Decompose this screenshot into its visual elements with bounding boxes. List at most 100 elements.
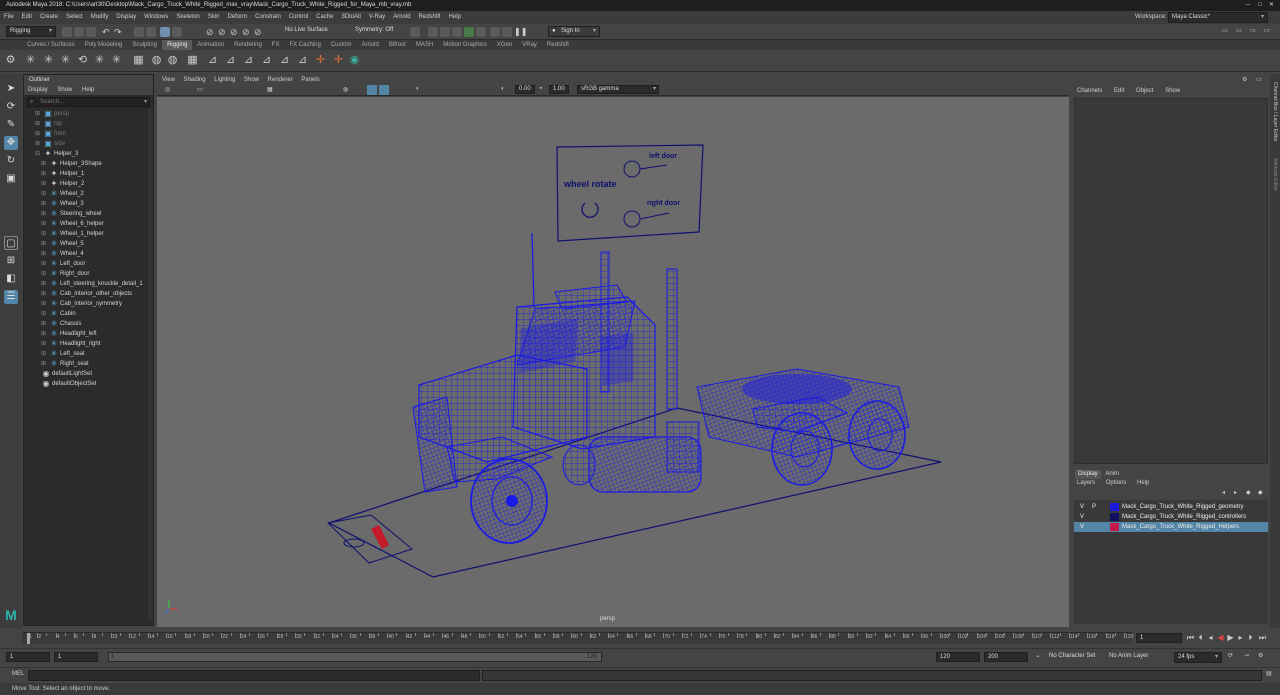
outliner-item[interactable]: ◉ defaultLightSet xyxy=(24,369,150,379)
exposure-field[interactable]: 0.00 xyxy=(515,85,535,94)
menu-select[interactable]: Select xyxy=(62,11,87,24)
two-pane-layout-icon[interactable]: ◧ xyxy=(4,272,18,286)
outliner-item[interactable]: ⊞ ✳ Left_door xyxy=(24,259,150,269)
left-door-slider[interactable] xyxy=(623,160,641,178)
loop-icon[interactable]: ⟳ xyxy=(1228,652,1233,659)
channel-menu-edit[interactable]: Edit xyxy=(1114,88,1124,94)
expand-icon[interactable]: ⊞ xyxy=(41,259,46,269)
color-space-dropdown[interactable]: sRGB gamma ▾ xyxy=(577,85,659,94)
gamma-field[interactable]: 1.00 xyxy=(549,85,569,94)
outliner-scrollbar[interactable] xyxy=(148,109,153,621)
outliner-layout-icon[interactable]: ☰ xyxy=(4,290,18,304)
menu-v-ray[interactable]: V-Ray xyxy=(365,11,389,24)
layer-color-swatch[interactable] xyxy=(1110,503,1119,511)
panel-toggle-icon[interactable]: ▭ xyxy=(1236,27,1246,37)
layer-row[interactable]: V P Mack_Cargo_Truck_White_Rigged_geometry xyxy=(1074,502,1268,512)
outliner-menu-show[interactable]: Show xyxy=(57,87,72,93)
outliner-item[interactable]: ⊞ ✳ Wheel_2 xyxy=(24,189,150,199)
workspace-dropdown[interactable]: Maya Classic* ▾ xyxy=(1168,12,1268,23)
outliner-item[interactable]: ⊞ ✦ Helper_2 xyxy=(24,179,150,189)
viewport-menu-show[interactable]: Show xyxy=(244,77,259,83)
shelf-tab-motion-graphics[interactable]: Motion Graphics xyxy=(438,40,492,50)
minimize-icon[interactable]: ─ xyxy=(1246,0,1250,11)
symmetry-field[interactable]: Symmetry: Off xyxy=(352,26,402,37)
menu-help[interactable]: Help xyxy=(445,11,465,24)
wheel-helper[interactable] xyxy=(326,514,414,564)
expand-icon[interactable]: ⊞ xyxy=(41,329,46,339)
expand-icon[interactable]: ⊞ xyxy=(41,199,46,209)
outliner-item[interactable]: ⊞ ✳ Chassis xyxy=(24,319,150,329)
locator-icon[interactable]: ✛ xyxy=(314,54,327,67)
layers-menu-options[interactable]: Options xyxy=(1106,480,1127,486)
pick-mask-icon[interactable] xyxy=(172,27,182,37)
outliner-item[interactable]: ⊞ ▣ front xyxy=(24,129,150,139)
snap-point-icon[interactable]: ⊘ xyxy=(230,27,240,37)
tab-display[interactable]: Display xyxy=(1075,470,1101,479)
outliner-item[interactable]: ⊞ ▣ persp xyxy=(24,109,150,119)
mel-label[interactable]: MEL xyxy=(12,671,24,677)
vray-render-icon[interactable] xyxy=(490,27,500,37)
menu-display[interactable]: Display xyxy=(112,11,140,24)
step-forward-key-icon[interactable]: ⏵ xyxy=(1246,633,1255,642)
outliner-item[interactable]: ⊞ ▣ top xyxy=(24,119,150,129)
vray-ipr-icon[interactable] xyxy=(502,27,512,37)
expand-icon[interactable]: ⊞ xyxy=(41,249,46,259)
step-back-key-icon[interactable]: ⏴ xyxy=(1196,633,1205,642)
ipr-render-icon[interactable] xyxy=(440,27,450,37)
shelf-settings-icon[interactable]: ⚙ xyxy=(4,54,17,67)
script-editor-icon[interactable]: ▤ xyxy=(1266,670,1272,677)
grid-toggle-icon[interactable]: ▦ xyxy=(267,86,273,93)
expand-icon[interactable]: ⊞ xyxy=(41,279,46,289)
time-slider[interactable]: 1 2 4 6 8 10 12 14 16 18 20 22 24 26 28 30 32 34 36 38 40 42 4… xyxy=(22,632,1133,644)
outliner-item[interactable]: ⊞ ✦ Helper_3Shape xyxy=(24,159,150,169)
viewport-menu-lighting[interactable]: Lighting xyxy=(214,77,235,83)
move-layer-up-icon[interactable]: ◂ xyxy=(1222,489,1225,496)
outliner-item[interactable]: ⊞ ✳ Wheel_6_helper xyxy=(24,219,150,229)
shelf-tab-poly-modeling[interactable]: Poly Modeling xyxy=(80,40,128,50)
save-scene-icon[interactable] xyxy=(86,27,96,37)
viewport-menu-view[interactable]: View xyxy=(162,77,175,83)
outliner-item[interactable]: ⊞ ✳ Wheel_4 xyxy=(24,249,150,259)
expand-icon[interactable]: ⊞ xyxy=(41,169,46,179)
move-tool-icon[interactable]: ✥ xyxy=(4,136,18,150)
expand-icon[interactable]: ⊞ xyxy=(41,219,46,229)
right-door-slider[interactable] xyxy=(623,210,641,228)
history-icon[interactable] xyxy=(410,27,420,37)
menu-skeleton[interactable]: Skeleton xyxy=(172,11,203,24)
hypershade-icon[interactable] xyxy=(464,27,474,37)
rotate-tool-icon[interactable]: ↻ xyxy=(4,154,18,168)
maximize-icon[interactable]: □ xyxy=(1258,0,1262,11)
expand-icon[interactable]: ⊞ xyxy=(35,109,40,119)
single-perspective-layout-icon[interactable]: ▢ xyxy=(4,236,18,250)
channel-menu-object[interactable]: Object xyxy=(1136,88,1153,94)
shelf-tab-rendering[interactable]: Rendering xyxy=(229,40,267,50)
auto-key-icon[interactable]: ⊸ xyxy=(1244,652,1249,659)
expand-icon[interactable]: ⊞ xyxy=(35,129,40,139)
shelf-tab-animation[interactable]: Animation xyxy=(192,40,229,50)
paint-select-tool-icon[interactable]: ✎ xyxy=(4,118,18,132)
new-layer-selected-icon[interactable]: ◆ xyxy=(1258,489,1263,496)
expand-icon[interactable]: ⊞ xyxy=(41,269,46,279)
channel-menu-show[interactable]: Show xyxy=(1165,88,1180,94)
layers-menu-help[interactable]: Help xyxy=(1137,480,1149,486)
outliner-item[interactable]: ⊞ ✳ Cabin xyxy=(24,309,150,319)
scene-start-field[interactable]: 1 xyxy=(6,652,50,662)
snap-surface-icon[interactable]: ⊘ xyxy=(254,27,264,37)
menu-constrain[interactable]: Constrain xyxy=(251,11,285,24)
shelf-tab-curves-surfaces[interactable]: Curves / Surfaces xyxy=(22,40,80,50)
xray-toggle-icon[interactable] xyxy=(379,85,389,95)
expand-icon[interactable]: ⊞ xyxy=(41,179,46,189)
snap-curve-icon[interactable]: ⊘ xyxy=(218,27,228,37)
menu-skin[interactable]: Skin xyxy=(204,11,224,24)
redo-icon[interactable]: ↷ xyxy=(114,27,124,37)
shelf-tab-rigging[interactable]: Rigging xyxy=(162,40,193,50)
bind-skin-icon[interactable]: ✳ xyxy=(110,54,123,67)
shelf-tab-redshift[interactable]: Redshift xyxy=(542,40,574,50)
wireframe-toggle-icon[interactable]: ◍ xyxy=(343,86,348,93)
lasso-tool-icon[interactable]: ⟳ xyxy=(4,100,18,114)
mirror-joint-icon[interactable]: ✳ xyxy=(59,54,72,67)
wheel-rotate-control[interactable] xyxy=(581,202,599,218)
menu-create[interactable]: Create xyxy=(36,11,62,24)
outliner-item[interactable]: ⊞ ✦ Helper_1 xyxy=(24,169,150,179)
viewport-menu-shading[interactable]: Shading xyxy=(184,77,206,83)
